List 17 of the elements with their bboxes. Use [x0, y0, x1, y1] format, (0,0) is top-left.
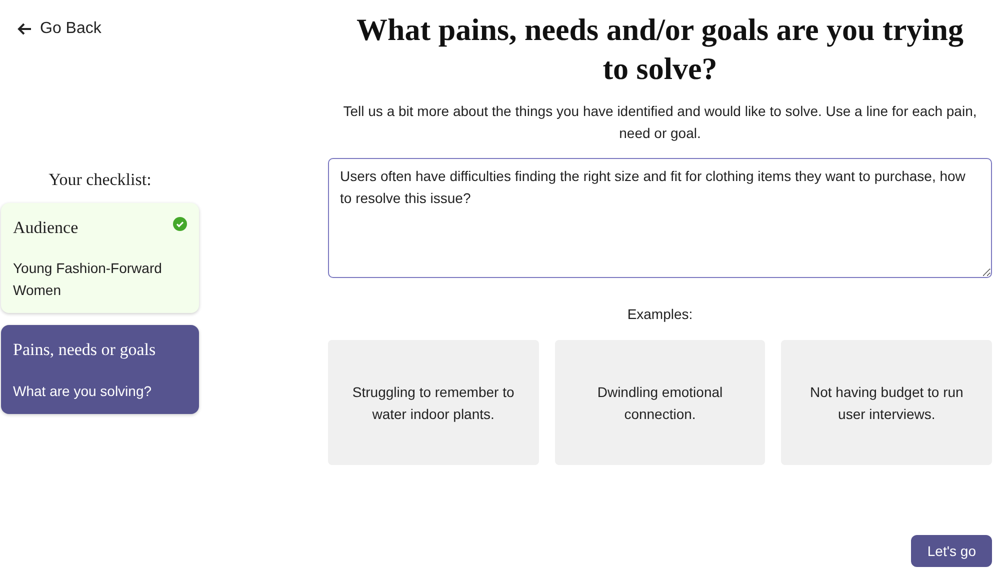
lets-go-button[interactable]: Let's go [911, 535, 992, 567]
checklist-title: Your checklist: [48, 169, 152, 191]
checklist-card[interactable]: Pains, needs or goals What are you solving? [1, 325, 199, 414]
card-subtitle: What are you solving? [13, 382, 153, 401]
example-card[interactable]: Struggling to remember to water indoor plants. [328, 340, 539, 465]
description-text: Tell us a bit more about the things you have identified and would like to solve. Use a line for each pain, need or goal. [342, 102, 978, 143]
page-heading: What pains, needs and/or goals are you trying to solve? [356, 11, 964, 88]
arrow-left-icon [17, 21, 33, 37]
example-card[interactable]: Not having budget to run user interviews. [781, 340, 992, 465]
answer-field[interactable]: Users often have difficulties finding the right size and fit for clothing items they want to purchase, how to resolve this issue? [328, 158, 992, 278]
examples-title: Examples: [627, 305, 693, 324]
go-back-link[interactable]: Go Back [17, 17, 102, 41]
checklist-card[interactable]: Audience Young Fashion-Forward Women [1, 202, 199, 313]
card-title: Audience [13, 216, 78, 238]
card-title: Pains, needs or goals [13, 339, 156, 361]
card-subtitle: Young Fashion-Forward Women [13, 259, 163, 300]
example-card[interactable]: Dwindling emotional connection. [554, 340, 766, 465]
